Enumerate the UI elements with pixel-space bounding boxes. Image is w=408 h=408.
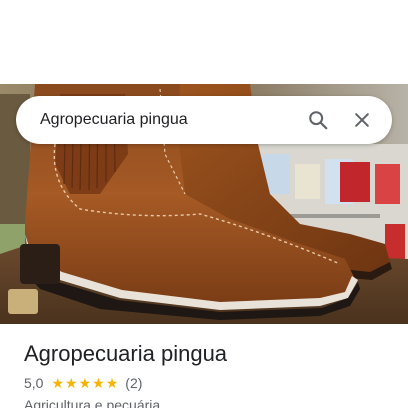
rating-value: 5,0 [24,375,44,391]
review-count[interactable]: (2) [125,375,142,391]
star-icon: ★ [65,375,78,391]
maps-place-view: Agropecuaria pingua Agropecuaria pingua … [0,0,408,408]
place-category: Agricultura e pecuária [24,397,161,408]
rating-row[interactable]: 5,0 ★ ★ ★ ★ ★ (2) [24,375,142,391]
search-icon[interactable] [300,102,336,138]
search-input[interactable]: Agropecuaria pingua [40,111,292,129]
rating-stars: ★ ★ ★ ★ ★ [51,376,119,390]
top-blank-area [0,0,408,84]
star-icon: ★ [92,375,105,391]
search-bar[interactable]: Agropecuaria pingua [16,96,392,144]
close-icon[interactable] [344,102,380,138]
star-icon: ★ [78,375,92,391]
place-title: Agropecuaria pingua [24,341,228,366]
star-icon: ★ [51,375,65,391]
star-icon: ★ [105,375,119,391]
